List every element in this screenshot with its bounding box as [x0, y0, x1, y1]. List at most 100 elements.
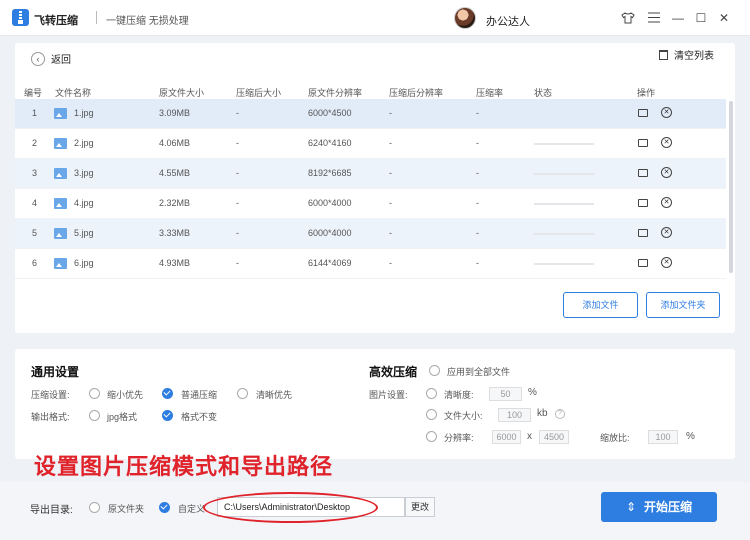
header-resolution: 原文件分辨率: [308, 88, 363, 98]
export-source-label[interactable]: 原文件夹: [108, 502, 144, 515]
change-path-button[interactable]: 更改: [405, 497, 435, 517]
open-folder-icon[interactable]: [638, 199, 648, 207]
table-row[interactable]: 4 4.jpg 2.32MB - 6000*4000 - - ✕: [15, 189, 726, 219]
clarity-radio[interactable]: [426, 388, 437, 399]
row-compressed-size: -: [236, 108, 239, 118]
row-compressed-resolution: -: [389, 168, 392, 178]
header-name: 文件名称: [55, 88, 92, 98]
open-folder-icon[interactable]: [638, 109, 648, 117]
filesize-input[interactable]: 100: [498, 408, 531, 422]
compress-smallest-label[interactable]: 缩小优先: [107, 388, 143, 401]
shirt-icon[interactable]: [621, 12, 635, 24]
compress-setting-label: 压缩设置:: [31, 390, 70, 400]
row-compressed-resolution: -: [389, 198, 392, 208]
image-setting-label: 图片设置:: [369, 390, 408, 400]
app-subtitle: 一键压缩 无损处理: [106, 16, 189, 27]
table-row[interactable]: 1 1.jpg 3.09MB - 6000*4500 - - ✕: [15, 99, 726, 129]
compress-clarity-label[interactable]: 清晰优先: [256, 388, 292, 401]
add-file-button[interactable]: 添加文件: [563, 292, 638, 318]
format-jpg-label[interactable]: jpg格式: [107, 410, 137, 423]
clear-list-button[interactable]: 清空列表: [659, 47, 714, 62]
image-file-icon: [54, 168, 67, 179]
row-num: 6: [32, 258, 38, 268]
table-row[interactable]: 3 3.jpg 4.55MB - 8192*6685 - - ✕: [15, 159, 726, 189]
app-logo-icon: [12, 9, 29, 26]
remove-icon[interactable]: ✕: [661, 257, 672, 268]
add-folder-button[interactable]: 添加文件夹: [646, 292, 720, 318]
row-num: 1: [32, 108, 38, 118]
scale-unit: %: [686, 431, 695, 442]
open-folder-icon[interactable]: [638, 139, 648, 147]
minimize-button[interactable]: —: [669, 9, 687, 27]
remove-icon[interactable]: ✕: [661, 197, 672, 208]
compress-smallest-radio[interactable]: [89, 388, 100, 399]
avatar[interactable]: [454, 7, 476, 29]
table-scrollbar[interactable]: [729, 101, 733, 273]
remove-icon[interactable]: ✕: [661, 167, 672, 178]
general-settings-title: 通用设置: [31, 365, 80, 379]
remove-icon[interactable]: ✕: [661, 137, 672, 148]
compress-normal-radio[interactable]: [162, 388, 173, 399]
filesize-unit: kb: [537, 408, 548, 419]
compress-arrows-icon: ⇕: [625, 500, 637, 514]
row-resolution: 6000*4000: [308, 228, 352, 238]
open-folder-icon[interactable]: [638, 259, 648, 267]
resolution-radio[interactable]: [426, 431, 437, 442]
image-file-icon: [54, 198, 67, 209]
compress-clarity-radio[interactable]: [237, 388, 248, 399]
remove-icon[interactable]: ✕: [661, 107, 672, 118]
row-compressed-size: -: [236, 168, 239, 178]
format-unchanged-radio[interactable]: [162, 410, 173, 421]
hamburger-icon[interactable]: [648, 12, 660, 23]
row-rate: -: [476, 258, 479, 268]
row-compressed-size: -: [236, 138, 239, 148]
advanced-compress-title: 高效压缩: [369, 365, 418, 379]
export-dir-label: 导出目录:: [30, 505, 73, 516]
table-row[interactable]: 5 5.jpg 3.33MB - 6000*4000 - - ✕: [15, 219, 726, 249]
row-size: 3.33MB: [159, 228, 191, 238]
start-compress-button[interactable]: ⇕ 开始压缩: [601, 492, 717, 522]
row-filename: 6.jpg: [74, 258, 94, 268]
table-row[interactable]: 6 6.jpg 4.93MB - 6144*4069 - - ✕: [15, 249, 726, 279]
remove-icon[interactable]: ✕: [661, 227, 672, 238]
back-button[interactable]: ‹ 返回: [31, 51, 71, 66]
annotation-text: 设置图片压缩模式和导出路径: [34, 454, 334, 479]
open-folder-icon[interactable]: [638, 229, 648, 237]
start-compress-label: 开始压缩: [644, 500, 693, 514]
maximize-button[interactable]: ☐: [692, 9, 710, 27]
apply-all-radio[interactable]: [429, 365, 440, 376]
row-compressed-resolution: -: [389, 138, 392, 148]
close-button[interactable]: ✕: [715, 9, 733, 27]
export-custom-label[interactable]: 自定义: [178, 502, 205, 515]
resolution-height-input[interactable]: 4500: [539, 430, 569, 444]
row-resolution: 6000*4000: [308, 198, 352, 208]
row-filename: 2.jpg: [74, 138, 94, 148]
status-progress-bar: [534, 233, 594, 235]
row-size: 4.06MB: [159, 138, 191, 148]
export-custom-radio[interactable]: [159, 502, 170, 513]
clarity-unit: %: [528, 387, 537, 398]
back-chevron-icon: ‹: [31, 51, 45, 66]
row-num: 2: [32, 138, 38, 148]
row-resolution: 6144*4069: [308, 258, 352, 268]
username[interactable]: 办公达人: [486, 13, 530, 29]
export-source-radio[interactable]: [89, 502, 100, 513]
header-actions: 操作: [637, 88, 656, 98]
compress-normal-label[interactable]: 普通压缩: [181, 388, 217, 401]
row-rate: -: [476, 168, 479, 178]
help-icon[interactable]: ?: [555, 409, 565, 419]
apply-all-label[interactable]: 应用到全部文件: [447, 365, 510, 378]
row-filename: 4.jpg: [74, 198, 94, 208]
resolution-width-input[interactable]: 6000: [492, 430, 521, 444]
format-jpg-radio[interactable]: [89, 410, 100, 421]
row-rate: -: [476, 108, 479, 118]
format-unchanged-label[interactable]: 格式不变: [181, 410, 217, 423]
open-folder-icon[interactable]: [638, 169, 648, 177]
status-progress-bar: [534, 263, 594, 265]
clarity-input[interactable]: 50: [489, 387, 522, 401]
filesize-radio[interactable]: [426, 409, 437, 420]
status-progress-bar: [534, 173, 594, 175]
header-status: 状态: [534, 88, 553, 98]
scale-input[interactable]: 100: [648, 430, 678, 444]
table-row[interactable]: 2 2.jpg 4.06MB - 6240*4160 - - ✕: [15, 129, 726, 159]
